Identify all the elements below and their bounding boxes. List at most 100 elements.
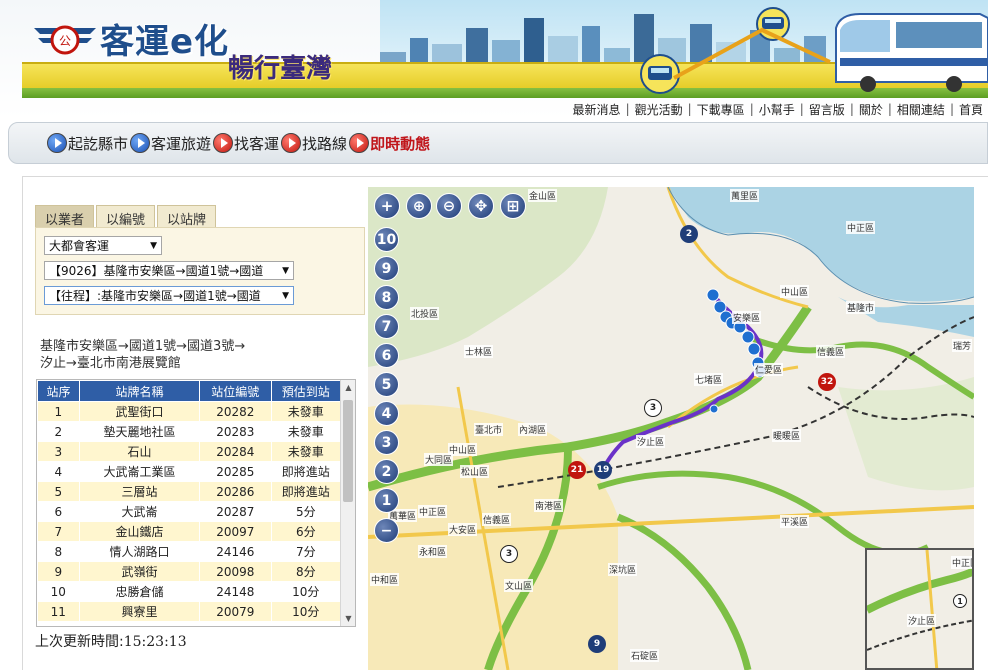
- nav-item[interactable]: 客運旅遊: [130, 133, 211, 154]
- table-cell: 即將進站: [271, 461, 342, 482]
- table-row[interactable]: 5 三層站 20286 即將進站: [37, 481, 342, 502]
- top-link[interactable]: 相關連結: [892, 101, 950, 118]
- zoom-level-button[interactable]: 7: [374, 314, 399, 339]
- table-row[interactable]: 6 大武崙 20287 5分: [37, 501, 342, 522]
- table-row[interactable]: 4 大武崙工業區 20285 即將進站: [37, 461, 342, 482]
- overview-map[interactable]: 汐止區 中正區 1: [865, 548, 974, 670]
- map-label: 文山區: [504, 579, 534, 592]
- table-cell: 情人湖路口: [79, 541, 201, 562]
- highway-shield-icon: 32: [818, 373, 836, 391]
- zoom-level-button[interactable]: 6: [374, 343, 399, 368]
- query-tab[interactable]: 以站牌: [157, 205, 217, 228]
- top-link[interactable]: 最新消息: [568, 101, 626, 118]
- map-label: 安樂區: [732, 311, 762, 324]
- table-cell: 24146: [199, 541, 272, 562]
- table-cell: 24148: [199, 581, 272, 602]
- table-row[interactable]: 10 忠勝倉儲 24148 10分: [37, 581, 342, 602]
- map-label: 萬里區: [730, 189, 760, 202]
- top-link[interactable]: 首頁: [954, 101, 988, 118]
- stop-table-container[interactable]: 站序 站牌名稱 站位編號 預估到站 1 武聖街口 20282 未發車 2 墊天麗地社區 20283…: [36, 379, 356, 627]
- zoom-level-button[interactable]: 1: [374, 488, 399, 513]
- table-cell: 三層站: [79, 481, 201, 502]
- pan-icon[interactable]: ✥: [468, 193, 494, 219]
- highway-shield-icon: 2: [680, 225, 698, 243]
- play-arrow-icon: [130, 133, 151, 153]
- table-cell: 1: [37, 401, 81, 422]
- table-cell: 8: [37, 541, 81, 562]
- table-row[interactable]: 1 武聖街口 20282 未發車: [37, 401, 342, 422]
- table-scrollbar[interactable]: ▲ ▼: [340, 380, 355, 626]
- route-description-line: 基隆市安樂區→國道1號→國道3號→: [40, 339, 246, 354]
- table-cell: 10: [37, 581, 81, 602]
- nav-item[interactable]: 即時動態: [349, 133, 430, 154]
- map-label: 中正區: [846, 221, 876, 234]
- top-link[interactable]: 下載專區: [692, 101, 750, 118]
- table-row[interactable]: 3 石山 20284 未發車: [37, 441, 342, 462]
- last-update-time: 15:23:13: [123, 634, 187, 650]
- map-label: 金山區: [528, 189, 558, 202]
- route-select-value: 【9026】基隆市安樂區→國道1號→國道: [49, 264, 264, 278]
- map-label: 信義區: [816, 345, 846, 358]
- site-title: 客運e化: [100, 22, 230, 62]
- zoom-in-icon[interactable]: +: [374, 193, 400, 219]
- route-map[interactable]: 金山區 萬里區 中正區 北投區 中山區 基隆市 士林區 信義區 安樂區 仁愛區 …: [368, 187, 974, 670]
- zoom-in-magnifier-icon[interactable]: ⊕: [406, 193, 432, 219]
- operator-select[interactable]: 大都會客運 ▼: [44, 236, 162, 255]
- zoom-level-button[interactable]: 3: [374, 430, 399, 455]
- zoom-level-button[interactable]: 8: [374, 285, 399, 310]
- nav-item[interactable]: 起訖縣市: [47, 133, 128, 154]
- table-column-header[interactable]: 預估到站: [270, 380, 342, 402]
- table-row[interactable]: 7 金山鐵店 20097 6分: [37, 521, 342, 542]
- table-row[interactable]: 8 情人湖路口 24146 7分: [37, 541, 342, 562]
- table-cell: 2: [37, 421, 81, 442]
- top-link[interactable]: 關於: [854, 101, 888, 118]
- table-cell: 5分: [271, 501, 342, 522]
- top-link[interactable]: 留言版: [804, 101, 850, 118]
- play-arrow-icon: [213, 133, 234, 153]
- zoom-level-button[interactable]: 5: [374, 372, 399, 397]
- table-cell: 20079: [199, 601, 272, 622]
- top-link[interactable]: 小幫手: [754, 101, 800, 118]
- map-label: 瑞芳: [952, 339, 973, 352]
- map-label: 大同區: [424, 453, 454, 466]
- full-extent-icon[interactable]: ⊞: [500, 193, 526, 219]
- table-cell: 金山鐵店: [79, 521, 201, 542]
- map-label: 士林區: [464, 345, 494, 358]
- main-nav: 起訖縣市 客運旅遊 找客運 找路線 即時動態: [8, 122, 988, 164]
- table-cell: 武嶺街: [79, 561, 201, 582]
- zoom-out-icon[interactable]: −: [374, 518, 399, 543]
- nav-item[interactable]: 找路線: [281, 133, 347, 154]
- last-update: 上次更新時間:15:23:13: [35, 631, 187, 651]
- table-row[interactable]: 2 墊天麗地社區 20283 未發車: [37, 421, 342, 442]
- nav-item[interactable]: 找客運: [213, 133, 279, 154]
- table-row[interactable]: 11 興寮里 20079 10分: [37, 601, 342, 622]
- zoom-level-button[interactable]: 2: [374, 459, 399, 484]
- zoom-out-magnifier-icon[interactable]: ⊖: [436, 193, 462, 219]
- zoom-level-button[interactable]: 10: [374, 227, 399, 252]
- top-link[interactable]: 觀光活動: [630, 101, 688, 118]
- table-column-header[interactable]: 站位編號: [199, 380, 272, 402]
- table-row[interactable]: 9 武嶺街 20098 8分: [37, 561, 342, 582]
- direction-select-value: 【往程】:基隆市安樂區→國道1號→國道: [49, 289, 261, 303]
- route-description-line: 汐止→臺北市南港展覽館: [40, 356, 181, 371]
- scroll-up-icon[interactable]: ▲: [341, 380, 355, 395]
- highway-shield-icon: 3: [500, 545, 518, 563]
- table-column-header[interactable]: 站牌名稱: [79, 380, 201, 402]
- query-tab[interactable]: 以業者: [35, 205, 95, 228]
- route-select[interactable]: 【9026】基隆市安樂區→國道1號→國道 ▼: [44, 261, 294, 280]
- scrollbar-thumb[interactable]: [343, 400, 353, 502]
- zoom-level-button[interactable]: 4: [374, 401, 399, 426]
- query-panel: 以業者 以編號 以站牌 大都會客運 ▼ 【9026】基隆市安樂區→國道1號→國道 ▼…: [35, 205, 365, 665]
- table-cell: 20285: [199, 461, 272, 482]
- table-column-header[interactable]: 站序: [37, 380, 81, 402]
- zoom-level-button[interactable]: 9: [374, 256, 399, 281]
- map-label: 汐止區: [636, 435, 666, 448]
- map-label: 深坑區: [608, 563, 638, 576]
- direction-select[interactable]: 【往程】:基隆市安樂區→國道1號→國道 ▼: [44, 286, 294, 305]
- query-tab[interactable]: 以編號: [96, 205, 156, 228]
- play-arrow-icon: [47, 133, 67, 153]
- map-label: 南港區: [534, 499, 564, 512]
- map-label: 內湖區: [518, 423, 548, 436]
- scroll-down-icon[interactable]: ▼: [341, 611, 355, 626]
- table-cell: 20286: [199, 481, 272, 502]
